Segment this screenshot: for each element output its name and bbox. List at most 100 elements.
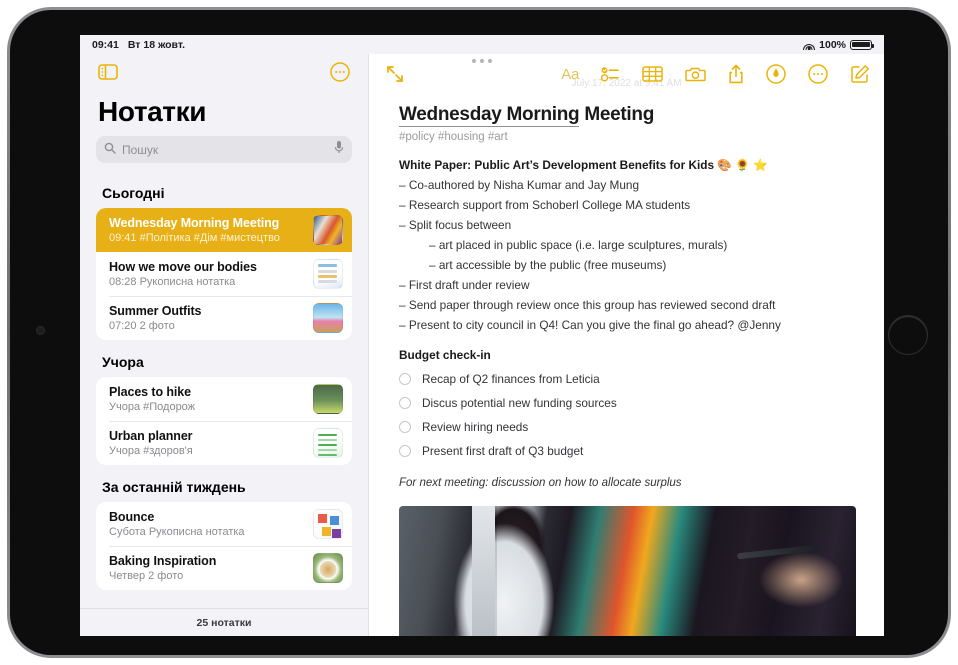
checklist-icon[interactable]: [601, 65, 620, 83]
note-row-title: Summer Outfits: [109, 304, 202, 318]
checklist-row[interactable]: Present first draft of Q3 budget: [399, 444, 856, 458]
note-row-title: Wednesday Morning Meeting: [109, 216, 280, 230]
list-item[interactable]: Bounce Субота Рукописна нотатка: [96, 502, 352, 546]
note-toolbar-actions: Aa: [561, 64, 870, 84]
note-detail-pane: July 17, 2022 at 9:41 AM Aa Wednesday Mo…: [368, 54, 884, 636]
note-row-title: Baking Inspiration: [109, 554, 217, 568]
note-thumbnail: [313, 384, 343, 414]
section-header: Учора: [102, 354, 144, 370]
note-row-meta: Учора #здоров'я: [109, 445, 193, 457]
search-icon: [104, 141, 116, 159]
list-item[interactable]: Summer Outfits 07:20 2 фото: [96, 296, 352, 340]
note-row-text: How we move our bodies 08:28 Рукописна но…: [109, 260, 305, 288]
note-footnote: For next meeting: discussion on how to a…: [399, 477, 682, 489]
note-thumbnail: [313, 259, 343, 289]
list-item[interactable]: Urban planner Учора #здоров'я: [96, 421, 352, 465]
handle-dot: [488, 58, 492, 63]
note-row-meta: 09:41 #Політика #Дім #мистецтво: [109, 232, 280, 244]
notes-list[interactable]: Сьогодні Wednesday Morning Meeting 09:41 #…: [80, 173, 368, 608]
list-item[interactable]: Places to hike Учора #Подорож: [96, 377, 352, 421]
checklist-row[interactable]: Recap of Q2 finances from Leticia: [399, 372, 856, 386]
note-photo-attachment[interactable]: [399, 506, 856, 636]
format-text-button[interactable]: Aa: [561, 66, 579, 83]
note-row-meta: Четвер 2 фото: [109, 570, 184, 582]
share-icon[interactable]: [728, 64, 744, 84]
note-title-rest: Meeting: [579, 104, 655, 125]
wifi-icon: [803, 40, 816, 50]
device-frame: 09:41 Вт 18 жовт. 100% Нотатки Пошук Сьо…: [7, 7, 951, 658]
note-bullet: – Co-authored by Nisha Kumar and Jay Mun…: [399, 178, 639, 192]
section-header: За останній тиждень: [102, 479, 246, 495]
list-item[interactable]: Baking Inspiration Четвер 2 фото: [96, 546, 352, 590]
checklist-row[interactable]: Discus potential new funding sources: [399, 396, 856, 410]
note-title: Wednesday Morning Meeting: [399, 104, 655, 127]
microphone-icon[interactable]: [334, 140, 344, 159]
note-bullet: – First draft under review: [399, 278, 530, 292]
battery-full-icon: [850, 39, 875, 50]
more-circle-icon[interactable]: [808, 64, 828, 84]
checkbox-circle-icon[interactable]: [399, 421, 411, 433]
device-bezel: 09:41 Вт 18 жовт. 100% Нотатки Пошук Сьо…: [10, 10, 948, 655]
note-content[interactable]: Wednesday Morning Meeting #policy #housi…: [369, 94, 884, 636]
note-heading: White Paper: Public Art’s Development Be…: [399, 158, 768, 172]
checklist-label: Discus potential new funding sources: [422, 396, 617, 410]
search-input[interactable]: [122, 142, 328, 157]
note-thumbnail: [313, 553, 343, 583]
note-row-text: Summer Outfits 07:20 2 фото: [109, 304, 305, 332]
expand-diagonal-icon[interactable]: [385, 64, 405, 84]
note-row-meta: Субота Рукописна нотатка: [109, 526, 245, 538]
list-item[interactable]: How we move our bodies 08:28 Рукописна но…: [96, 252, 352, 296]
checklist-label: Present first draft of Q3 budget: [422, 444, 584, 458]
note-bullet: – Research support from Schoberl College…: [399, 198, 691, 212]
note-thumbnail: [313, 215, 343, 245]
handle-dot: [472, 58, 476, 63]
note-title-spellcheck-part: Wednesday Morning: [399, 104, 580, 127]
status-bar-right: 100%: [803, 38, 875, 51]
note-checklist: Recap of Q2 finances from Leticia Discus …: [399, 372, 856, 458]
note-row-meta: Учора #Подорож: [109, 401, 196, 413]
markup-pen-icon[interactable]: [766, 64, 786, 84]
note-row-title: Bounce: [109, 510, 155, 524]
search-container: [80, 136, 368, 173]
note-row-text: Places to hike Учора #Подорож: [109, 385, 305, 413]
page-title: Нотатки: [98, 96, 207, 127]
screen: 09:41 Вт 18 жовт. 100% Нотатки Пошук Сьо…: [80, 35, 884, 636]
battery-percent-label: 100%: [819, 38, 846, 51]
note-bullet: – art accessible by the public (free mus…: [429, 258, 667, 272]
checkbox-circle-icon[interactable]: [399, 397, 411, 409]
note-thumbnail: [313, 303, 343, 333]
note-bullet-list: – Co-authored by Nisha Kumar and Jay Mun…: [399, 178, 856, 332]
status-time: 09:41: [92, 38, 119, 51]
note-row-title: Places to hike: [109, 385, 191, 399]
list-item[interactable]: Wednesday Morning Meeting 09:41 #Політика…: [96, 208, 352, 252]
status-bar: 09:41 Вт 18 жовт. 100%: [80, 35, 884, 54]
note-row-meta: 08:28 Рукописна нотатка: [109, 276, 236, 288]
note-row-meta: 07:20 2 фото: [109, 320, 175, 332]
note-title-row: Wednesday Morning Meeting: [399, 104, 856, 127]
note-group: Wednesday Morning Meeting 09:41 #Політика…: [96, 208, 352, 340]
note-bullet: – Present to city council in Q4! Can you…: [399, 318, 781, 332]
home-button[interactable]: [888, 315, 928, 355]
status-bar-left: 09:41 Вт 18 жовт.: [92, 39, 185, 51]
checkbox-circle-icon[interactable]: [399, 445, 411, 457]
multitasking-handle[interactable]: [80, 54, 884, 67]
note-group: Places to hike Учора #Подорож Urban planne…: [96, 377, 352, 465]
table-icon[interactable]: [642, 65, 663, 83]
compose-icon[interactable]: [850, 64, 870, 84]
checkbox-circle-icon[interactable]: [399, 373, 411, 385]
checklist-row[interactable]: Review hiring needs: [399, 420, 856, 434]
note-row-text: Urban planner Учора #здоров'я: [109, 429, 305, 457]
note-row-text: Wednesday Morning Meeting 09:41 #Політика…: [109, 216, 305, 244]
note-bullet: – Send paper through review once this gr…: [399, 298, 776, 312]
handle-dot: [480, 58, 484, 63]
note-row-title: Urban planner: [109, 429, 193, 443]
note-thumbnail: [313, 428, 343, 458]
note-row-text: Bounce Субота Рукописна нотатка: [109, 510, 305, 538]
section-header: Сьогодні: [102, 185, 165, 201]
note-bullet: – Split focus between: [399, 218, 512, 232]
camera-icon[interactable]: [685, 65, 706, 83]
note-row-title: How we move our bodies: [109, 260, 257, 274]
checklist-label: Review hiring needs: [422, 420, 529, 434]
search-bar[interactable]: [96, 136, 352, 163]
checklist-label: Recap of Q2 finances from Leticia: [422, 372, 600, 386]
